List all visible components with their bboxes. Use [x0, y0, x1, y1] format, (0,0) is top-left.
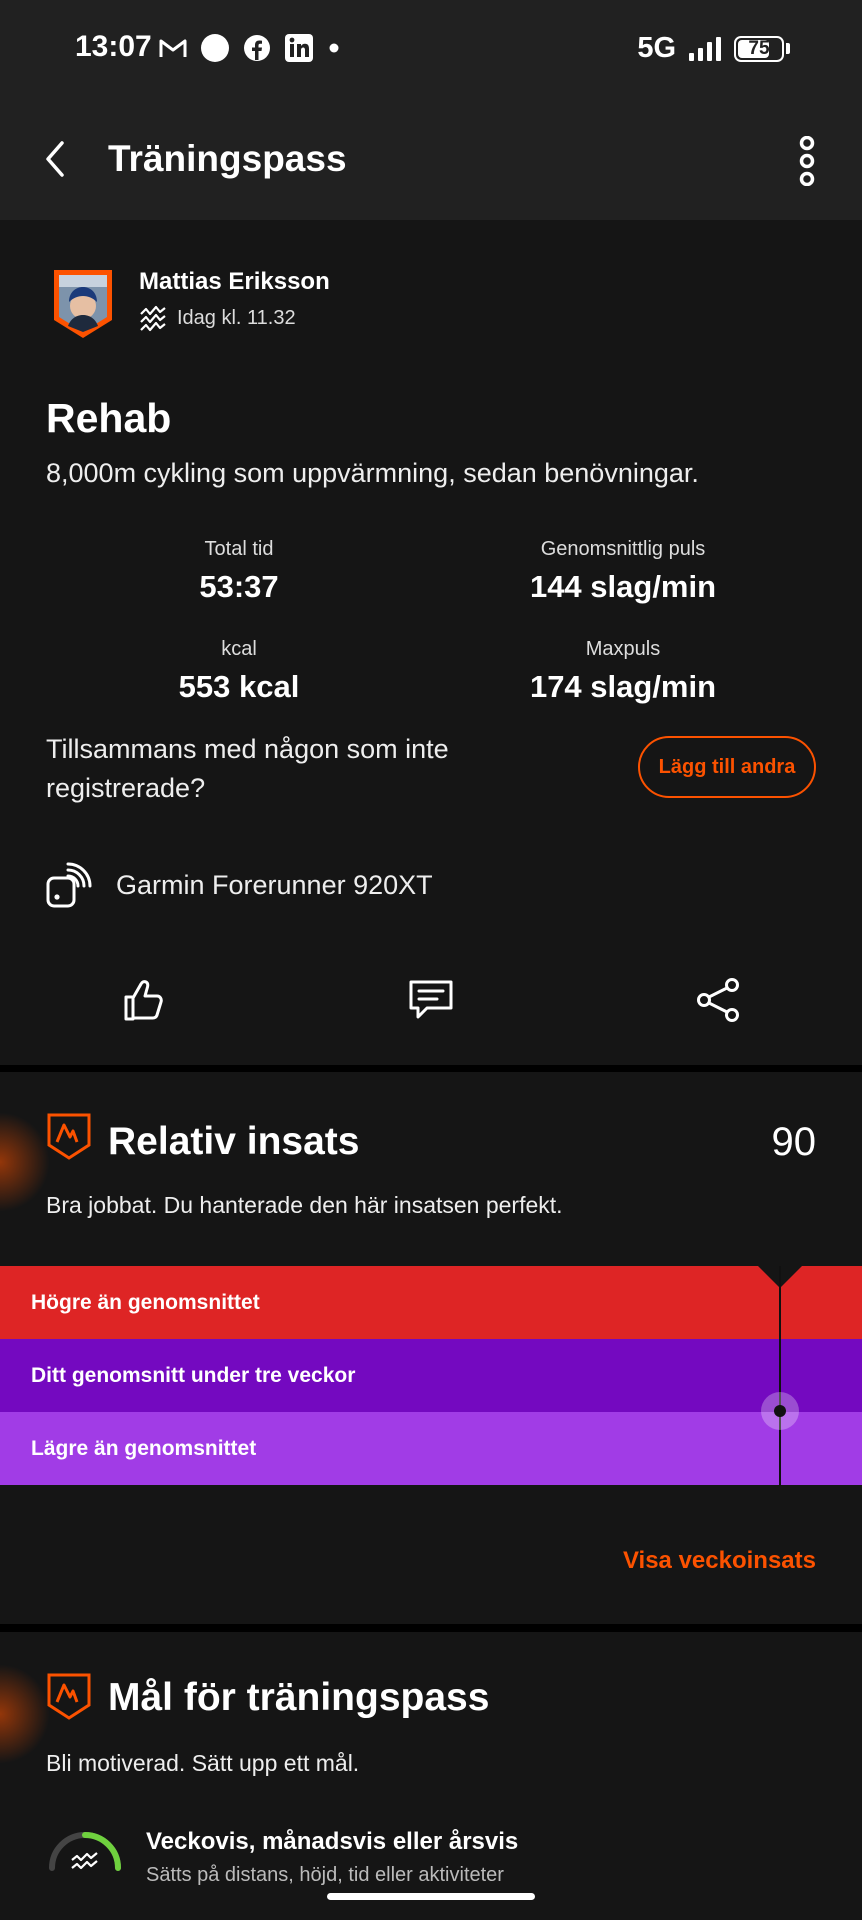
effort-marker-dot — [774, 1405, 786, 1417]
activity-meta: Idag kl. 11.32 — [139, 304, 296, 332]
add-others-button[interactable]: Lägg till andra — [638, 736, 816, 798]
section-glow — [0, 1112, 50, 1212]
facebook-icon — [244, 35, 270, 61]
stat-value: 174 slag/min — [529, 669, 717, 704]
stat-total-time: Total tid 53:37 — [69, 538, 409, 605]
kudos-thumb-icon — [124, 980, 163, 1021]
goal-option-subtitle: Sätts på distans, höjd, tid eller aktivi… — [146, 1864, 504, 1886]
device-row: Garmin Forerunner 920XT — [46, 862, 433, 908]
stat-label: Genomsnittlig puls — [540, 538, 706, 560]
activity-type-icon — [140, 305, 166, 332]
athlete-avatar[interactable] — [50, 268, 116, 340]
activity-time: Idag kl. 11.32 — [177, 306, 296, 329]
network-type: 5G — [637, 32, 676, 64]
stat-value: 144 slag/min — [529, 569, 717, 604]
activity-title: Rehab — [46, 395, 172, 441]
together-prompt: Tillsammans med någon som inte registrer… — [46, 734, 449, 803]
app-bar: Träningspass — [0, 100, 862, 220]
stat-value: 553 kcal — [178, 669, 300, 704]
goals-title: Mål för träningspass — [108, 1676, 490, 1719]
stat-kcal: kcal 553 kcal — [69, 638, 409, 705]
home-indicator[interactable] — [327, 1893, 535, 1900]
more-vertical-icon — [799, 136, 815, 186]
relative-effort-subtitle: Bra jobbat. Du hanterade den här insatse… — [46, 1192, 563, 1218]
band-lower-than-average: Lägre än genomsnittet — [0, 1412, 862, 1485]
band-higher-than-average: Högre än genomsnittet — [0, 1266, 862, 1339]
page-title: Träningspass — [108, 138, 347, 179]
stat-label: kcal — [221, 638, 257, 660]
circle-notification-icon — [201, 34, 229, 62]
activity-card: Mattias Eriksson Idag kl. 11.32 Rehab 8,… — [0, 220, 862, 1065]
goal-progress-icon — [49, 1832, 121, 1871]
battery-level: 75 — [748, 37, 770, 59]
comment-icon — [409, 980, 453, 1019]
more-options-button[interactable] — [782, 133, 832, 189]
share-icon — [697, 978, 739, 1022]
back-arrow-icon — [46, 141, 64, 177]
stat-avg-heart-rate: Genomsnittlig puls 144 slag/min — [453, 538, 793, 605]
share-button[interactable] — [688, 970, 748, 1030]
gmail-icon — [159, 39, 187, 57]
kudos-button[interactable] — [114, 970, 174, 1030]
stat-label: Total tid — [204, 538, 274, 560]
athlete-name[interactable]: Mattias Eriksson — [139, 268, 330, 296]
linkedin-icon — [285, 34, 313, 62]
relative-effort-score: 90 — [771, 1120, 817, 1164]
avatar-image-icon — [54, 270, 112, 338]
stat-label: Maxpuls — [585, 638, 661, 660]
goals-icon — [47, 1673, 91, 1720]
relative-effort-card: Relativ insats 90 Bra jobbat. Du hantera… — [0, 1072, 862, 1624]
activity-description: 8,000m cykling som uppvärmning, sedan be… — [46, 458, 699, 488]
status-time: 13:07 — [75, 30, 152, 63]
relative-effort-icon — [47, 1113, 91, 1160]
goals-card: Mål för träningspass Bli motiverad. Sätt… — [0, 1632, 862, 1920]
battery-tip — [786, 43, 790, 54]
back-button[interactable] — [30, 134, 80, 184]
dot-icon — [329, 43, 339, 53]
section-glow — [0, 1664, 50, 1764]
comment-button[interactable] — [401, 970, 461, 1030]
notification-icons — [158, 33, 342, 63]
goals-subtitle: Bli motiverad. Sätt upp ett mål. — [46, 1750, 360, 1776]
goal-option-title[interactable]: Veckovis, månadsvis eller årsvis — [146, 1828, 518, 1856]
battery-icon: 75 — [734, 35, 784, 62]
effort-marker-line — [779, 1266, 781, 1486]
stat-max-heart-rate: Maxpuls 174 slag/min — [453, 638, 793, 705]
band-your-average: Ditt genomsnitt under tre veckor — [0, 1339, 862, 1412]
view-weekly-effort-link[interactable]: Visa veckoinsats — [623, 1547, 816, 1575]
stat-value: 53:37 — [199, 569, 279, 604]
status-bar: 13:07 5G 75 — [0, 0, 862, 100]
signal-icon — [689, 36, 721, 61]
device-name: Garmin Forerunner 920XT — [116, 869, 433, 900]
status-right: 5G 75 — [637, 32, 790, 65]
device-sync-icon — [46, 862, 92, 908]
relative-effort-title: Relativ insats — [108, 1120, 360, 1163]
